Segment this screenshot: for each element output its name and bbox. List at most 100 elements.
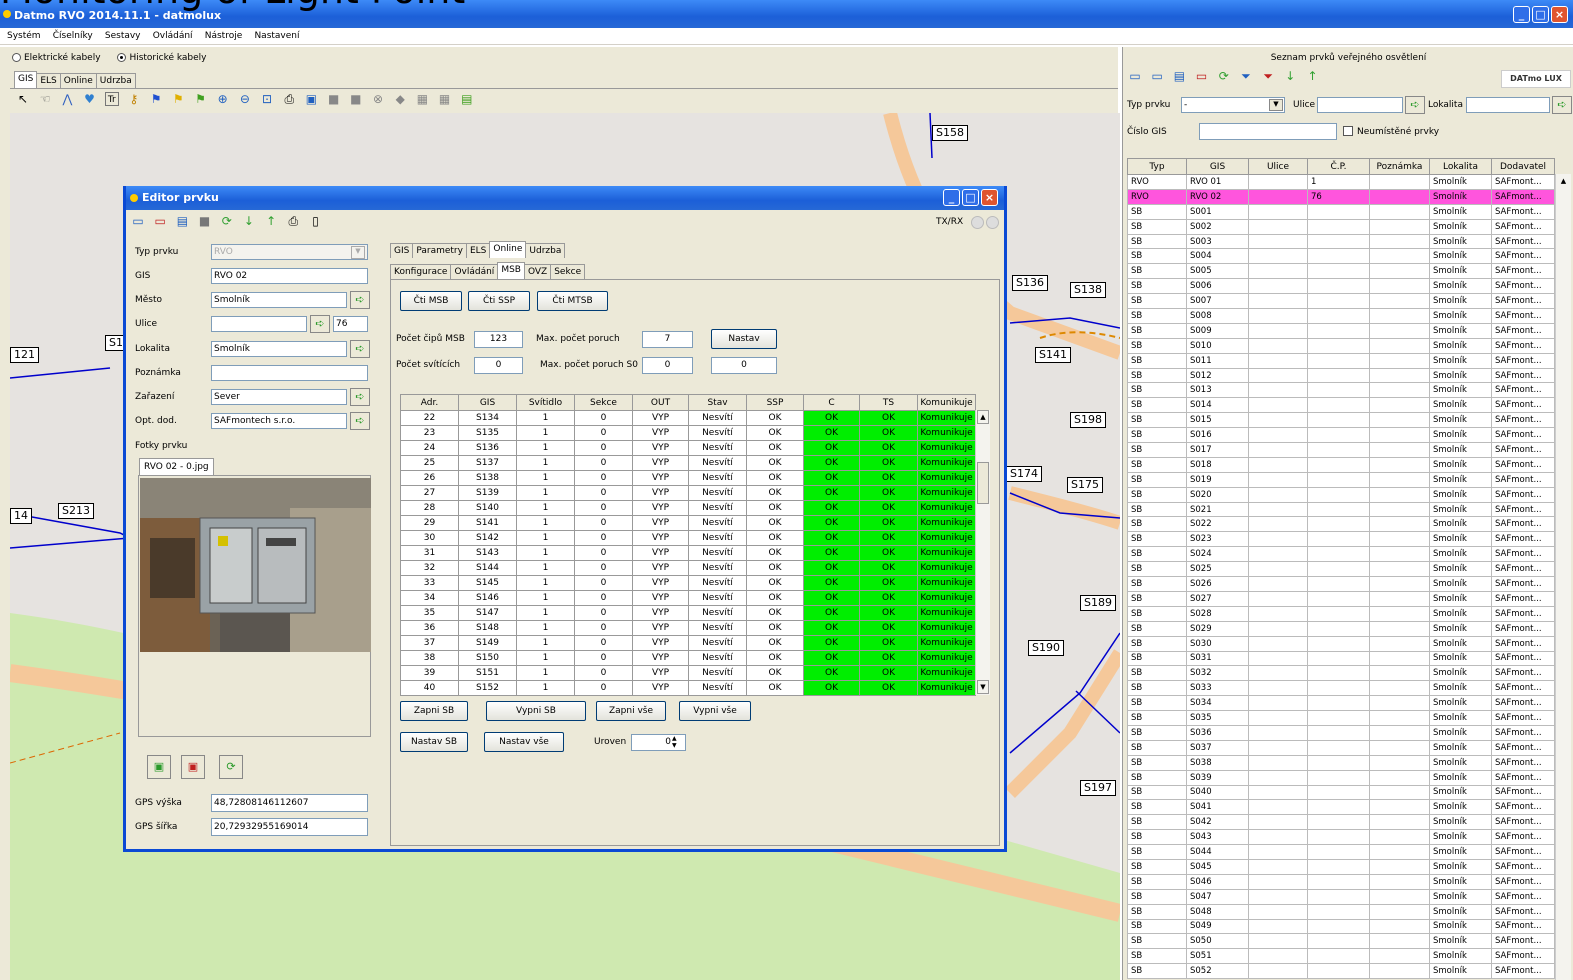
list-item[interactable]: SB S020 Smolník SAFmont... — [1127, 486, 1555, 503]
map-label-s158[interactable]: S158 — [932, 125, 968, 141]
list-item[interactable]: SB S007 Smolník SAFmont... — [1127, 293, 1555, 310]
delete-icon[interactable]: ▭ — [1195, 69, 1209, 83]
table-row[interactable]: 36 S148 1 0 VYP Nesvítí OK OK OK Komunikuje — [400, 620, 976, 636]
photo-tab[interactable]: RVO 02 - 0.jpg — [139, 458, 214, 475]
cti-mtsb-button[interactable]: Čti MTSB — [537, 291, 608, 311]
ulice-pick-icon[interactable]: ➪ — [310, 315, 330, 333]
list-item[interactable]: SB S004 Smolník SAFmont... — [1127, 248, 1555, 265]
nastav-button[interactable]: Nastav — [711, 329, 777, 349]
table-row[interactable]: 23 S135 1 0 VYP Nesvítí OK OK OK Komunikuje — [400, 425, 976, 441]
maximize-icon[interactable]: □ — [1532, 6, 1549, 23]
refresh-icon[interactable]: ⟳ — [220, 214, 234, 228]
table-row[interactable]: 30 S142 1 0 VYP Nesvítí OK OK OK Komunikuje — [400, 530, 976, 546]
max-poruch-field[interactable]: 7 — [642, 331, 693, 348]
attach-icon[interactable]: ▯ — [309, 214, 323, 228]
subtab-ovladani[interactable]: Ovládání — [450, 264, 499, 279]
msb-column-header[interactable]: OUT — [632, 394, 689, 411]
subtab-sekce[interactable]: Sekce — [550, 264, 586, 279]
map-label-s136[interactable]: S136 — [1012, 275, 1048, 291]
map-label-s138[interactable]: S138 — [1070, 282, 1106, 298]
zapni-vse-button[interactable]: Zapni vše — [596, 701, 666, 721]
list-item[interactable]: RVO RVO 02 76 Smolník SAFmont... — [1127, 188, 1555, 205]
zoom-out-icon[interactable]: ⊖ — [238, 92, 252, 106]
msb-column-header[interactable]: GIS — [458, 394, 517, 411]
map-label-s189[interactable]: S189 — [1080, 595, 1116, 611]
map-label-s197[interactable]: S197 — [1080, 780, 1116, 796]
list-item[interactable]: SB S045 Smolník SAFmont... — [1127, 858, 1555, 875]
table-row[interactable]: 40 S152 1 0 VYP Nesvítí OK OK OK Komunikuje — [400, 680, 976, 696]
zoom-fit-icon[interactable]: ⊡ — [260, 92, 274, 106]
ulice-pick-icon[interactable]: ➪ — [1405, 96, 1425, 114]
msb-column-header[interactable]: Adr. — [400, 394, 459, 411]
poznamka-field[interactable] — [211, 365, 368, 381]
zarazeni-pick-icon[interactable]: ➪ — [350, 388, 370, 406]
key-icon[interactable]: ⚷ — [127, 92, 141, 106]
list-item[interactable]: SB S052 Smolník SAFmont... — [1127, 963, 1555, 980]
list-column-header[interactable]: Lokalita — [1429, 158, 1492, 175]
table-row[interactable]: 31 S143 1 0 VYP Nesvítí OK OK OK Komunikuje — [400, 545, 976, 561]
list-column-header[interactable]: Dodavatel — [1491, 158, 1555, 175]
typ-prvku-select[interactable]: RVO — [211, 244, 368, 260]
delete-icon[interactable]: ▭ — [153, 214, 167, 228]
table-row[interactable]: 29 S141 1 0 VYP Nesvítí OK OK OK Komunikuje — [400, 515, 976, 531]
arrow-down-icon[interactable]: ↓ — [242, 214, 256, 228]
list-item[interactable]: SB S037 Smolník SAFmont... — [1127, 739, 1555, 756]
line-icon[interactable]: ⋀ — [60, 92, 74, 106]
list-item[interactable]: SB S033 Smolník SAFmont... — [1127, 680, 1555, 697]
tab-parametry[interactable]: Parametry — [412, 243, 467, 258]
list-item[interactable]: SB S009 Smolník SAFmont... — [1127, 322, 1555, 339]
radio-elektricke-kabely[interactable]: Elektrické kabely — [12, 53, 101, 63]
list-item[interactable]: SB S006 Smolník SAFmont... — [1127, 278, 1555, 295]
list-item[interactable]: SB S030 Smolník SAFmont... — [1127, 635, 1555, 652]
list-item[interactable]: SB S029 Smolník SAFmont... — [1127, 620, 1555, 637]
flag-blue-icon[interactable]: ⚑ — [149, 92, 163, 106]
list-item[interactable]: SB S015 Smolník SAFmont... — [1127, 412, 1555, 429]
list-item[interactable]: SB S001 Smolník SAFmont... — [1127, 203, 1555, 220]
list-item[interactable]: SB S039 Smolník SAFmont... — [1127, 769, 1555, 786]
list-item[interactable]: SB S040 Smolník SAFmont... — [1127, 784, 1555, 801]
filter-clear-icon[interactable]: ⏷ — [1261, 69, 1275, 83]
list-item[interactable]: SB S038 Smolník SAFmont... — [1127, 754, 1555, 771]
hand-icon[interactable]: ☜ — [38, 92, 52, 106]
print-icon[interactable]: ⎙ — [282, 92, 296, 106]
tab-online[interactable]: Online — [59, 73, 97, 88]
table-row[interactable]: 32 S144 1 0 VYP Nesvítí OK OK OK Komunikuje — [400, 560, 976, 576]
gis-field[interactable]: RVO 02 — [211, 268, 368, 284]
nastav-sb-button[interactable]: Nastav SB — [400, 732, 468, 752]
arrow-up-icon[interactable]: ↑ — [1306, 69, 1320, 83]
table-row[interactable]: 22 S134 1 0 VYP Nesvítí OK OK OK Komunikuje — [400, 410, 976, 426]
grid2-icon[interactable]: ▦ — [438, 92, 452, 106]
chevron-down-icon[interactable]: ▼ — [351, 246, 365, 259]
tab-gis[interactable]: GIS — [390, 243, 414, 258]
list-item[interactable]: SB S014 Smolník SAFmont... — [1127, 397, 1555, 414]
list-item[interactable]: SB S011 Smolník SAFmont... — [1127, 352, 1555, 369]
save-icon[interactable]: ■ — [198, 214, 212, 228]
list-item[interactable]: SB S013 Smolník SAFmont... — [1127, 382, 1555, 399]
list-item[interactable]: SB S022 Smolník SAFmont... — [1127, 516, 1555, 533]
list-column-header[interactable]: Ulice — [1248, 158, 1308, 175]
text-icon[interactable]: Tr — [104, 92, 119, 106]
cti-ssp-button[interactable]: Čti SSP — [468, 291, 530, 311]
tab-udrzba[interactable]: Udrzba — [95, 73, 136, 88]
map-label-s190[interactable]: S190 — [1028, 640, 1064, 656]
zapni-sb-button[interactable]: Zapni SB — [400, 701, 468, 721]
gps-sirka-field[interactable]: 20,72932955169014 — [211, 818, 368, 836]
list-column-header[interactable]: GIS — [1186, 158, 1249, 175]
list-item[interactable]: SB S023 Smolník SAFmont... — [1127, 531, 1555, 548]
opt-dod-field[interactable]: SAFmontech s.r.o. — [211, 413, 347, 429]
map-label-14[interactable]: 14 — [10, 508, 32, 524]
list-item[interactable]: SB S024 Smolník SAFmont... — [1127, 546, 1555, 563]
list-item[interactable]: SB S026 Smolník SAFmont... — [1127, 576, 1555, 592]
msb-column-header[interactable]: Stav — [688, 394, 747, 411]
list-scrollbar[interactable]: ▲ — [1555, 174, 1571, 980]
list-item[interactable]: SB S051 Smolník SAFmont... — [1127, 948, 1555, 965]
zarazeni-field[interactable]: Sever — [211, 389, 347, 405]
list-item[interactable]: SB S016 Smolník SAFmont... — [1127, 427, 1555, 444]
list-item[interactable]: SB S035 Smolník SAFmont... — [1127, 710, 1555, 726]
table-row[interactable]: 33 S145 1 0 VYP Nesvítí OK OK OK Komunikuje — [400, 575, 976, 591]
extra-value-field[interactable]: 0 — [711, 357, 777, 374]
map-label-s175[interactable]: S175 — [1067, 477, 1103, 493]
cti-msb-button[interactable]: Čti MSB — [400, 291, 462, 311]
refresh-photo-icon[interactable]: ⟳ — [219, 755, 243, 779]
msb-column-header[interactable]: Sekce — [574, 394, 633, 411]
